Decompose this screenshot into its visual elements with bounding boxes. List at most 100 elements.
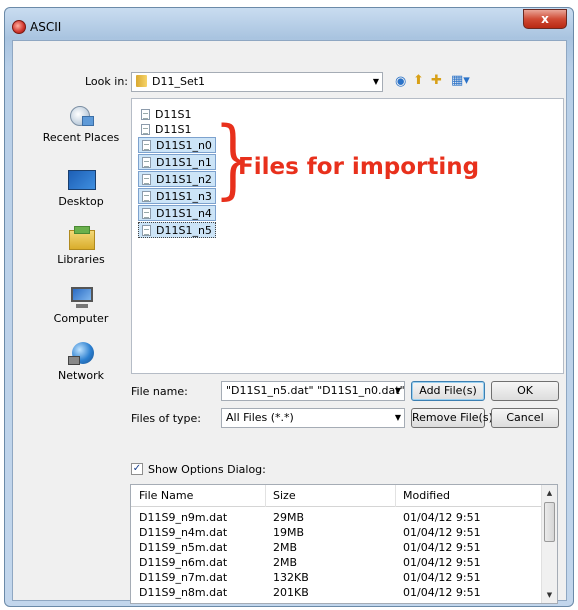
cell-file-name: D11S9_n9m.dat	[139, 511, 228, 524]
cell-modified: 01/04/12 9:51	[403, 526, 481, 539]
file-item[interactable]: D11S1	[138, 122, 194, 138]
scroll-down-icon[interactable]: ▼	[542, 587, 557, 603]
computer-icon	[66, 285, 96, 309]
vertical-scrollbar[interactable]: ▲ ▼	[541, 485, 557, 603]
scroll-up-icon[interactable]: ▲	[542, 485, 557, 501]
dialog-window: ASCII x Look in: D11_Set1 ▼ ◉ ⬆ ✚ ▦▾ Rec…	[4, 7, 574, 607]
cell-size: 19MB	[273, 526, 305, 539]
place-desktop[interactable]: Desktop	[33, 168, 129, 208]
new-folder-icon[interactable]: ✚	[431, 74, 442, 88]
scroll-thumb[interactable]	[544, 502, 555, 542]
file-icon	[141, 109, 150, 120]
file-item-selected[interactable]: D11S1_n3	[138, 188, 216, 204]
file-list[interactable]: D11S1 D11S1 D11S1_n0 D11S1_n1 D11S1_n2 D…	[131, 98, 564, 374]
file-item-focused[interactable]: D11S1_n5	[138, 222, 216, 238]
places-bar: Recent Places Desktop Libraries Computer…	[33, 98, 129, 476]
table-row[interactable]: D11S9_n5m.dat 2MB 01/04/12 9:51	[131, 540, 541, 555]
place-label: Computer	[53, 312, 109, 325]
cell-modified: 01/04/12 9:51	[403, 556, 481, 569]
cell-file-name: D11S9_n8m.dat	[139, 586, 228, 599]
table-header: File Name Size Modified	[131, 485, 541, 507]
table-row[interactable]: D11S9_n7m.dat 132KB 01/04/12 9:51	[131, 570, 541, 585]
file-name: D11S1	[155, 108, 192, 121]
file-icon	[142, 174, 151, 185]
place-network[interactable]: Network	[33, 342, 129, 382]
table-row[interactable]: D11S9_n8m.dat 201KB 01/04/12 9:51	[131, 585, 541, 600]
cell-file-name: D11S9_n4m.dat	[139, 526, 228, 539]
file-item-selected[interactable]: D11S1_n2	[138, 171, 216, 187]
cell-size: 2MB	[273, 556, 298, 569]
file-name: D11S1_n2	[156, 173, 212, 186]
up-folder-icon[interactable]: ⬆	[413, 74, 424, 88]
close-button[interactable]: x	[523, 9, 567, 29]
remove-files-button[interactable]: Remove File(s)	[411, 408, 493, 428]
network-icon	[66, 342, 96, 366]
cell-modified: 01/04/12 9:51	[403, 586, 481, 599]
file-icon	[142, 140, 151, 151]
cancel-button[interactable]: Cancel	[491, 408, 559, 428]
place-recent-places[interactable]: Recent Places	[33, 104, 129, 144]
cell-size: 29MB	[273, 511, 305, 524]
file-name: D11S1	[155, 123, 192, 136]
cell-size: 201KB	[273, 586, 309, 599]
look-in-value: D11_Set1	[152, 75, 206, 88]
folder-icon	[136, 75, 147, 87]
view-menu-icon[interactable]: ▦▾	[451, 74, 470, 88]
place-label: Libraries	[57, 253, 105, 266]
column-divider[interactable]	[265, 485, 266, 507]
column-divider[interactable]	[395, 485, 396, 507]
look-in-combo[interactable]: D11_Set1 ▼	[131, 72, 383, 92]
cell-size: 2MB	[273, 541, 298, 554]
column-header-file-name[interactable]: File Name	[139, 489, 193, 502]
column-header-modified[interactable]: Modified	[403, 489, 450, 502]
file-item[interactable]: D11S1	[138, 107, 194, 123]
file-item-selected[interactable]: D11S1_n1	[138, 154, 216, 170]
file-name: D11S1_n0	[156, 139, 212, 152]
annotation-text: Files for importing	[238, 154, 480, 180]
file-item-selected[interactable]: D11S1_n0	[138, 137, 216, 153]
back-icon[interactable]: ◉	[395, 75, 406, 89]
cell-file-name: D11S9_n7m.dat	[139, 571, 228, 584]
file-details-table[interactable]: File Name Size Modified D11S9_n9m.dat 29…	[130, 484, 558, 604]
table-row[interactable]: D11S9_n6m.dat 2MB 01/04/12 9:51	[131, 555, 541, 570]
add-files-button[interactable]: Add File(s)	[411, 381, 485, 401]
app-icon	[12, 20, 26, 34]
show-options-label: Show Options Dialog:	[148, 463, 266, 476]
place-label: Desktop	[58, 195, 104, 208]
title-bar: ASCII x	[5, 8, 573, 40]
files-of-type-value: All Files (*.*)	[226, 411, 294, 424]
table-row[interactable]: D11S9_n9m.dat 29MB 01/04/12 9:51	[131, 510, 541, 525]
place-computer[interactable]: Computer	[33, 285, 129, 325]
table-row[interactable]: D11S9_n4m.dat 19MB 01/04/12 9:51	[131, 525, 541, 540]
libraries-icon	[66, 226, 96, 250]
file-name-input[interactable]: "D11S1_n5.dat" "D11S1_n0.dat" ▼	[221, 381, 405, 401]
column-header-size[interactable]: Size	[273, 489, 296, 502]
files-of-type-select[interactable]: All Files (*.*) ▼	[221, 408, 405, 428]
cell-modified: 01/04/12 9:51	[403, 571, 481, 584]
file-name: D11S1_n5	[156, 224, 212, 237]
place-label: Network	[58, 369, 104, 382]
ok-button[interactable]: OK	[491, 381, 559, 401]
dialog-body: Look in: D11_Set1 ▼ ◉ ⬆ ✚ ▦▾ Recent Plac…	[12, 40, 567, 604]
cell-modified: 01/04/12 9:51	[403, 511, 481, 524]
file-item-selected[interactable]: D11S1_n4	[138, 205, 216, 221]
cell-size: 132KB	[273, 571, 309, 584]
show-options-checkbox[interactable]: ✓	[131, 463, 143, 475]
file-name-label: File name:	[131, 385, 188, 398]
chevron-down-icon: ▼	[394, 413, 401, 422]
file-icon	[142, 191, 151, 202]
chevron-down-icon: ▼	[372, 77, 379, 86]
cell-modified: 01/04/12 9:51	[403, 541, 481, 554]
file-icon	[142, 208, 151, 219]
file-name: D11S1_n1	[156, 156, 212, 169]
file-icon	[142, 225, 151, 236]
look-in-label: Look in:	[85, 75, 128, 88]
place-libraries[interactable]: Libraries	[33, 226, 129, 266]
file-name: D11S1_n4	[156, 207, 212, 220]
file-icon	[141, 124, 150, 135]
file-icon	[142, 157, 151, 168]
recent-places-icon	[66, 104, 96, 128]
chevron-down-icon: ▼	[394, 386, 401, 395]
cell-file-name: D11S9_n6m.dat	[139, 556, 228, 569]
files-of-type-label: Files of type:	[131, 412, 202, 425]
